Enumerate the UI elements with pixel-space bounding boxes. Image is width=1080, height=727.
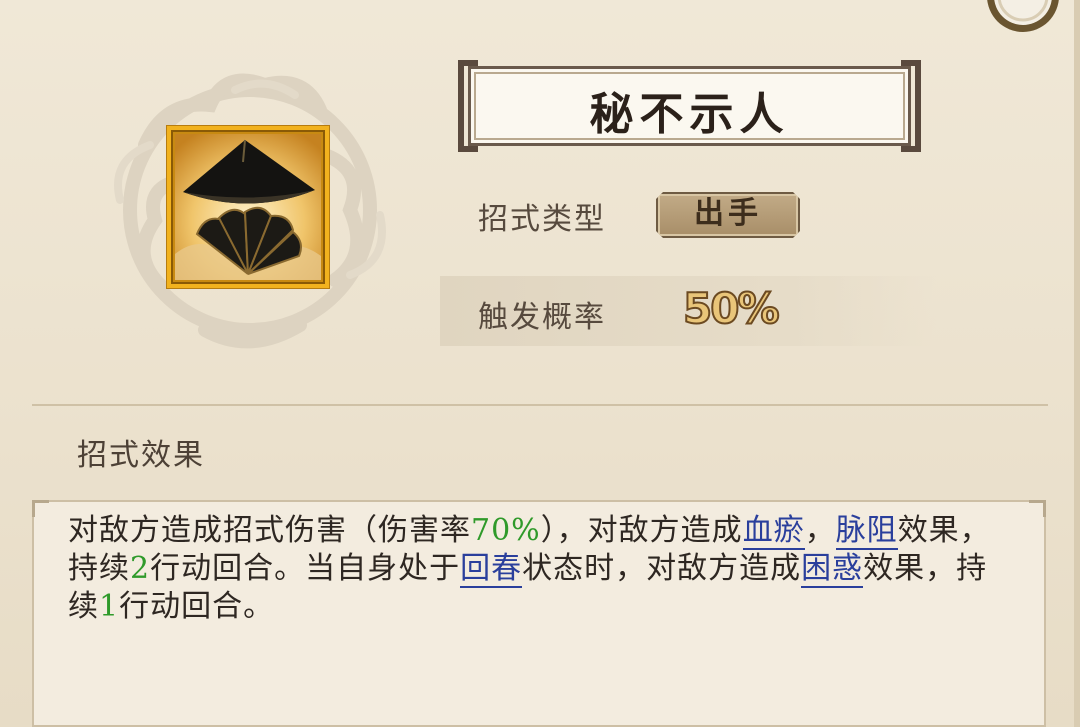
duration-value: 2 <box>130 551 151 586</box>
keyword-pulse-block-link[interactable]: 脉阻 <box>835 513 898 550</box>
close-ornament-icon[interactable] <box>982 0 1064 32</box>
corner-ornament <box>1029 500 1046 517</box>
effect-description: 对敌方造成招式伤害（伤害率70%），对敌方造成血瘀，脉阻效果，持续2行动回合。当… <box>68 512 1008 626</box>
trigger-chance-value: 50% <box>682 283 781 334</box>
effect-text: ），对敌方造成 <box>540 513 743 548</box>
skill-title-plaque: 秘不示人 <box>458 60 921 152</box>
corner-ornament <box>32 500 49 517</box>
effect-description-box: 对敌方造成招式伤害（伤害率70%），对敌方造成血瘀，脉阻效果，持续2行动回合。当… <box>32 500 1046 727</box>
section-divider <box>32 404 1048 406</box>
skill-type-label: 招式类型 <box>478 202 606 237</box>
skill-detail-panel: 秘不示人 招式类型 出手 触发概率 50% 招式效果 对敌方造成招式伤害（伤害率… <box>0 0 1080 727</box>
effect-text: 行动回合。当自身处于 <box>150 551 461 586</box>
effect-text: 行动回合。 <box>119 589 275 624</box>
keyword-confusion-link[interactable]: 困惑 <box>801 551 864 588</box>
skill-icon-frame[interactable] <box>167 126 329 288</box>
damage-rate-value: 70% <box>471 513 541 548</box>
duration-value: 1 <box>99 589 120 624</box>
trigger-chance-label: 触发概率 <box>478 300 606 335</box>
hat-and-fan-icon <box>175 134 321 280</box>
keyword-blood-stasis-link[interactable]: 血瘀 <box>742 513 805 550</box>
effect-text: ， <box>804 513 836 548</box>
effect-heading: 招式效果 <box>77 438 205 473</box>
skill-name: 秘不示人 <box>589 89 790 140</box>
effect-text: 状态时，对敌方造成 <box>522 551 802 586</box>
keyword-rejuvenate-link[interactable]: 回春 <box>460 551 523 588</box>
skill-type-badge: 出手 <box>656 192 800 238</box>
effect-text: 对敌方造成招式伤害（伤害率 <box>68 513 471 548</box>
